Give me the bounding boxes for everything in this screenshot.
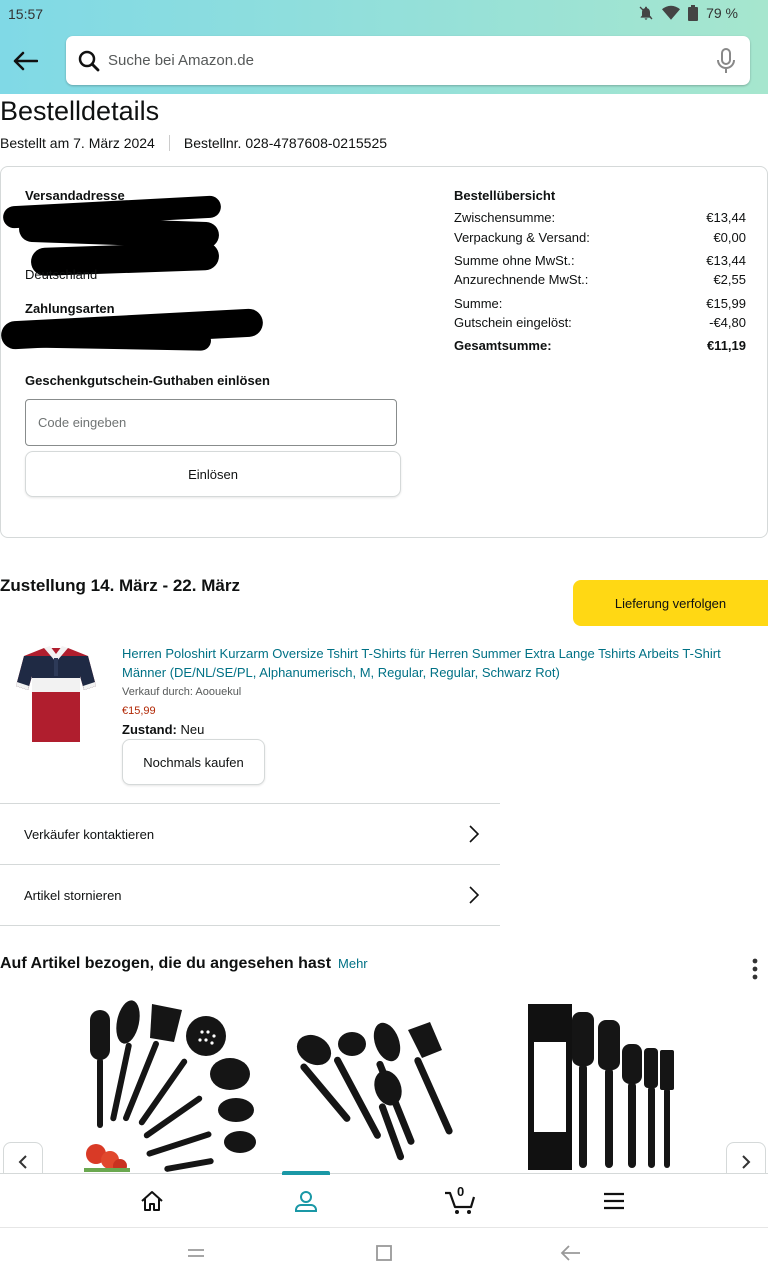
top-bar: 15:57 79 %: [0, 0, 768, 94]
nav-account[interactable]: [276, 1174, 336, 1228]
delivery-title: Zustellung 14. März - 22. März: [0, 576, 240, 595]
home-icon: [141, 1191, 163, 1211]
track-delivery-button[interactable]: Lieferung verfolgen: [573, 580, 768, 626]
gift-code-input[interactable]: [25, 399, 397, 446]
summary-row: Zwischensumme: €13,44: [454, 210, 746, 225]
summary-value: €0,00: [713, 230, 746, 245]
account-icon: [295, 1191, 317, 1212]
summary-title: Bestellübersicht: [454, 188, 556, 203]
summary-value: €13,44: [706, 210, 746, 225]
summary-value: €15,99: [706, 296, 746, 311]
order-number: Bestellnr. 028-4787608-0215525: [183, 135, 388, 151]
chevron-left-icon: [18, 1155, 27, 1169]
condition-value: Neu: [180, 722, 205, 737]
back-nav-icon[interactable]: [560, 1244, 582, 1262]
wifi-icon: [662, 5, 681, 20]
chevron-right-icon: [469, 825, 480, 843]
status-icons: 79 %: [638, 5, 738, 21]
action-label: Artikel stornieren: [24, 887, 122, 903]
summary-value: €2,55: [713, 272, 746, 287]
summary-label: Gesamtsumme:: [454, 338, 552, 353]
bottom-nav: 0: [0, 1171, 768, 1228]
contact-seller-row[interactable]: Verkäufer kontaktieren: [0, 803, 500, 864]
nav-home[interactable]: [122, 1174, 182, 1228]
chevron-right-icon: [469, 886, 480, 904]
nav-cart[interactable]: 0: [430, 1174, 490, 1228]
recommended-product-image[interactable]: [292, 998, 478, 1172]
payment-methods-label: Zahlungsarten: [25, 301, 115, 316]
recommended-product-image[interactable]: [80, 998, 262, 1172]
search-icon[interactable]: [78, 50, 100, 72]
more-link[interactable]: Mehr: [338, 956, 368, 971]
redacted-payment: [10, 327, 212, 351]
summary-label: Summe ohne MwSt.:: [454, 253, 575, 268]
action-label: Verkäufer kontaktieren: [24, 826, 155, 842]
summary-label: Gutschein eingelöst:: [454, 315, 572, 330]
recommendations-heading: Auf Artikel bezogen, die du angesehen ha…: [0, 955, 332, 972]
summary-value: €11,19: [706, 338, 746, 353]
system-nav-bar: [0, 1227, 768, 1280]
microphone-icon[interactable]: [716, 48, 736, 74]
product-price: €15,99: [122, 705, 156, 717]
battery-icon: [688, 5, 699, 21]
page-title: Bestelldetails: [0, 96, 160, 126]
status-time: 15:57: [8, 6, 44, 22]
summary-label: Summe:: [454, 296, 503, 311]
summary-value: -€4,80: [709, 315, 746, 330]
chevron-right-icon: [742, 1155, 751, 1169]
redeem-button[interactable]: Einlösen: [25, 451, 401, 497]
condition-label: Zustand:: [122, 722, 177, 737]
shipping-country: Deutschland: [25, 267, 98, 282]
summary-label: Verpackung & Versand:: [454, 230, 590, 245]
back-button[interactable]: [10, 48, 40, 74]
summary-row: Anzurechnende MwSt.: €2,55: [454, 272, 746, 287]
battery-level: 79 %: [706, 5, 738, 21]
cart-count: 0: [457, 1184, 465, 1199]
summary-label: Anzurechnende MwSt.:: [454, 272, 589, 287]
seller-text: Verkauf durch: Aoouekul: [122, 686, 242, 698]
nav-menu[interactable]: [584, 1174, 644, 1228]
summary-row: Verpackung & Versand: €0,00: [454, 230, 746, 245]
menu-icon: [604, 1192, 624, 1210]
summary-row: Summe: €15,99: [454, 296, 746, 311]
order-summary-card: Versandadresse Deutschland Zahlungsarten…: [0, 166, 768, 538]
gift-card-label: Geschenkgutschein-Guthaben einlösen: [25, 373, 270, 388]
summary-row: Summe ohne MwSt.: €13,44: [454, 253, 746, 268]
buy-again-button[interactable]: Nochmals kaufen: [122, 739, 265, 785]
product-condition: Zustand: Neu: [122, 722, 204, 737]
product-title-link[interactable]: Herren Poloshirt Kurzarm Oversize Tshirt…: [122, 644, 758, 682]
recommendations-title: Auf Artikel bezogen, die du angesehen ha…: [0, 955, 368, 973]
order-date: Bestellt am 7. März 2024: [0, 135, 155, 151]
cancel-item-row[interactable]: Artikel stornieren: [0, 864, 500, 925]
summary-row: Gutschein eingelöst: -€4,80: [454, 315, 746, 330]
more-vert-icon[interactable]: [752, 958, 758, 980]
summary-label: Zwischensumme:: [454, 210, 556, 225]
search-input[interactable]: [108, 46, 688, 74]
order-meta: Bestellt am 7. März 2024 Bestellnr. 028-…: [0, 135, 387, 151]
search-bar: [66, 36, 750, 85]
recents-icon[interactable]: [186, 1244, 206, 1262]
divider: [0, 925, 500, 926]
summary-value: €13,44: [706, 253, 746, 268]
divider: [168, 135, 170, 151]
summary-total-row: Gesamtsumme: €11,19: [454, 338, 746, 353]
recommended-product-image[interactable]: [524, 998, 680, 1172]
arrow-left-icon: [13, 51, 38, 71]
product-image[interactable]: [16, 642, 96, 746]
home-button-icon[interactable]: [374, 1244, 394, 1262]
notifications-off-icon: [639, 6, 653, 20]
